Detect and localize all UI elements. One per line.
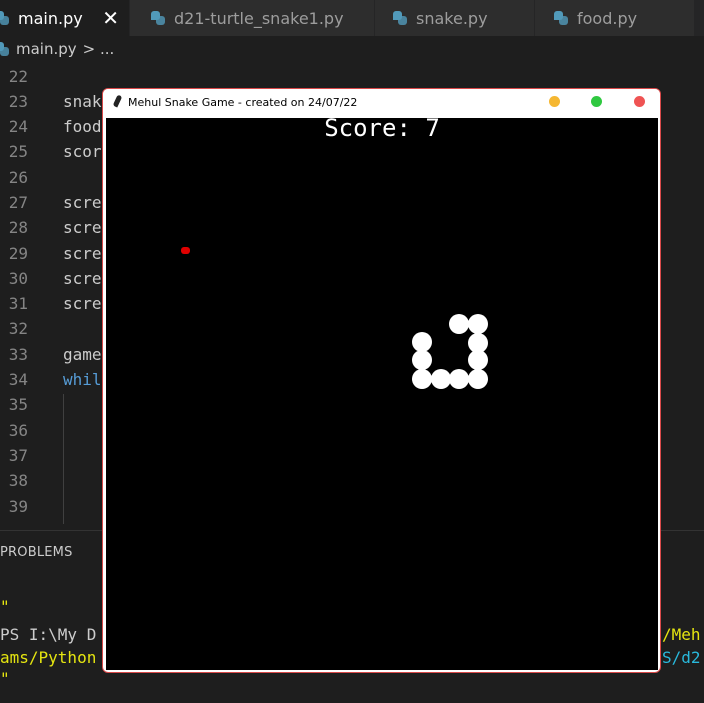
code-text: food (63, 117, 102, 136)
code-text: scor (63, 142, 102, 161)
minimize-button[interactable] (549, 96, 560, 107)
breadcrumb-file[interactable]: main.py (16, 40, 77, 58)
tab-d21-turtle-snake1[interactable]: d21-turtle_snake1.py (130, 0, 375, 36)
maximize-button[interactable] (591, 96, 602, 107)
snake-segment (412, 332, 432, 352)
snake-segment (449, 314, 469, 334)
score-label: Score: 7 (324, 114, 440, 142)
line-number: 33 (8, 345, 28, 364)
tab-snake-py[interactable]: snake.py (375, 0, 535, 36)
snake-segment (468, 369, 488, 389)
feather-icon (112, 95, 122, 109)
indent-guide (63, 394, 64, 524)
python-icon (0, 41, 10, 57)
line-number: 30 (8, 269, 28, 288)
breadcrumb-more[interactable]: > ... (83, 40, 115, 58)
tab-problems[interactable]: PROBLEMS (0, 545, 73, 560)
line-number: 38 (8, 471, 28, 490)
snake-segment (468, 314, 488, 334)
tab-label: food.py (577, 8, 638, 28)
line-number: 31 (8, 294, 28, 313)
line-number: 37 (8, 446, 28, 465)
python-icon (392, 10, 408, 26)
code-text: scre (63, 218, 102, 237)
line-number: 32 (8, 319, 28, 338)
code-text: game (63, 345, 102, 364)
snake-segment (449, 369, 469, 389)
food-pellet (181, 247, 190, 254)
terminal-path-right: /Meh (662, 625, 701, 644)
line-number: 36 (8, 421, 28, 440)
code-text: scre (63, 294, 102, 313)
line-number: 26 (8, 168, 28, 187)
tab-main-py[interactable]: main.py ✕ (0, 0, 130, 36)
terminal-prompt: PS I:\My D (0, 625, 97, 644)
terminal-path-right-2: S/d2 (662, 648, 701, 667)
game-window-titlebar[interactable]: Mehul Snake Game - created on 24/07/22 (103, 89, 660, 115)
line-number: 25 (8, 142, 28, 161)
line-number: 29 (8, 244, 28, 263)
line-number: 27 (8, 193, 28, 212)
terminal-path-left: ams/Python (0, 648, 97, 667)
line-number: 23 (8, 92, 28, 111)
tab-label: snake.py (416, 8, 488, 28)
close-icon[interactable]: ✕ (102, 6, 119, 30)
tab-food-py[interactable]: food.py (535, 0, 695, 36)
code-text: scre (63, 269, 102, 288)
game-window-title: Mehul Snake Game - created on 24/07/22 (128, 95, 358, 109)
code-text: scre (63, 244, 102, 263)
line-number: 24 (8, 117, 28, 136)
editor-tab-bar: main.py ✕ d21-turtle_snake1.py snake.py … (0, 0, 704, 36)
line-number: 22 (8, 67, 28, 86)
code-text: scre (63, 193, 102, 212)
python-icon (553, 10, 569, 26)
snake-segment (412, 350, 432, 370)
code-keyword: whil (63, 370, 102, 389)
python-icon (0, 10, 10, 26)
line-number: 35 (8, 395, 28, 414)
game-window[interactable]: Mehul Snake Game - created on 24/07/22 S… (102, 88, 661, 673)
python-icon (150, 10, 166, 26)
snake-segment (412, 369, 432, 389)
line-number: 28 (8, 218, 28, 237)
tab-label: main.py (18, 8, 83, 28)
snake-segment (431, 369, 451, 389)
line-number: 34 (8, 370, 28, 389)
terminal-quote: " (0, 597, 10, 616)
terminal-quote: " (0, 669, 10, 688)
game-canvas[interactable]: Score: 7 (106, 114, 658, 670)
code-text: snak (63, 92, 102, 111)
close-button[interactable] (634, 96, 645, 107)
line-number: 39 (8, 497, 28, 516)
breadcrumb: main.py > ... (0, 36, 704, 62)
tab-label: d21-turtle_snake1.py (174, 8, 344, 28)
snake-segment (468, 350, 488, 370)
